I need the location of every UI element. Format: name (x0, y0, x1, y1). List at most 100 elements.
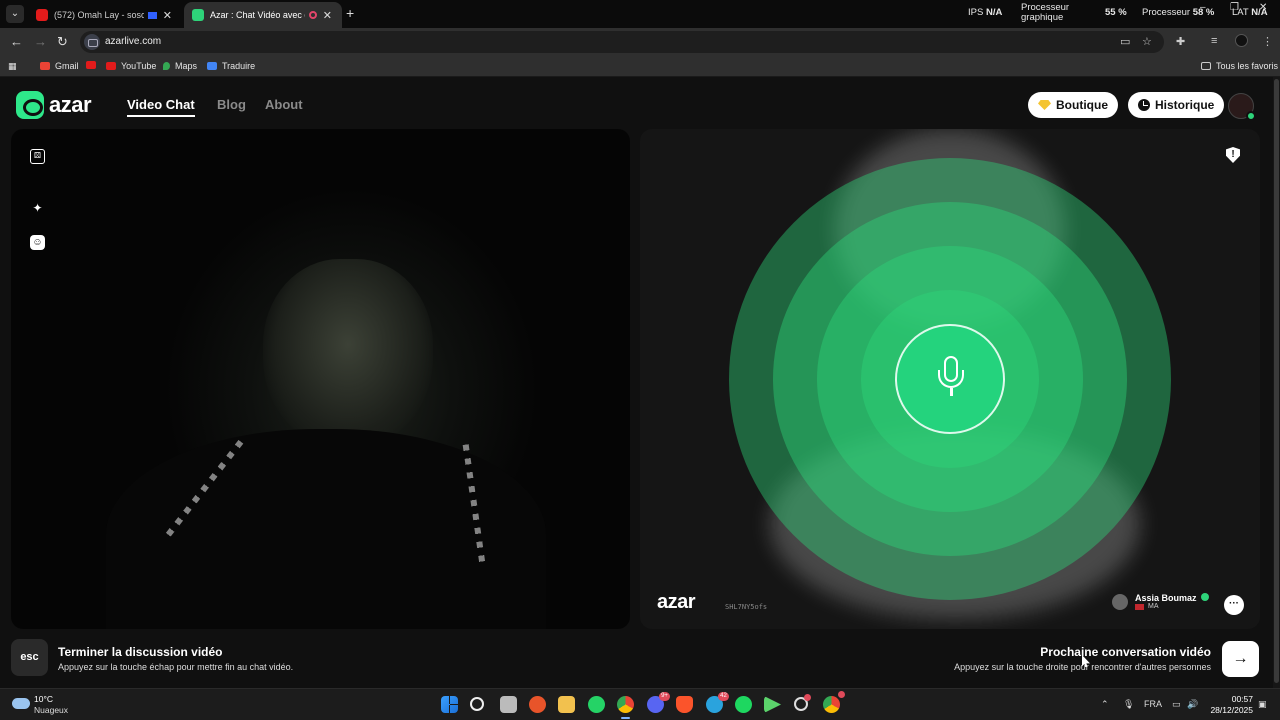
site-info-icon[interactable] (84, 34, 100, 50)
close-tab-icon[interactable]: ✕ (163, 9, 172, 22)
nav-video-chat[interactable]: Video Chat (127, 97, 195, 117)
azar-page: azar Video Chat Blog About Boutique Hist… (0, 77, 1280, 688)
end-chat-description: Appuyez sur la touche échap pour mettre … (58, 662, 294, 672)
bookmark-youtube-shortcut[interactable] (86, 61, 101, 69)
windows-start-icon[interactable] (441, 696, 458, 713)
task-view-icon[interactable] (500, 696, 517, 713)
page-scrollbar[interactable] (1273, 77, 1280, 688)
reload-icon[interactable]: ↻ (57, 34, 68, 50)
windows-taskbar: 10°C Nuageux 9+ 42 ⌃ 🎙 FRA ▭ 🔊 00:57 28/… (0, 688, 1280, 720)
network-icon[interactable]: ▭ (1172, 699, 1181, 710)
gpu-label: Processeur graphique (1021, 2, 1070, 23)
bookmark-maps[interactable]: Maps (163, 61, 197, 71)
chat-message-icon[interactable]: ··· (1224, 595, 1244, 615)
nav-about[interactable]: About (265, 97, 303, 112)
chrome-profile-icon[interactable] (823, 691, 845, 713)
profile-avatar[interactable] (1235, 34, 1248, 47)
next-chat-title: Prochaine conversation vidéo (1040, 645, 1211, 659)
nav-blog[interactable]: Blog (217, 97, 246, 112)
clock-time[interactable]: 00:57 (1225, 694, 1253, 704)
search-icon[interactable] (470, 697, 484, 711)
report-shield-icon[interactable]: ! (1226, 147, 1240, 163)
partner-name: Assia Boumaz (1135, 593, 1209, 603)
azar-watermark: azar (657, 591, 696, 613)
microphone-icon-cup (938, 370, 964, 388)
discord-icon[interactable]: 9+ (647, 692, 670, 713)
media-controls-icon[interactable]: ≡ (1211, 35, 1217, 47)
weather-description[interactable]: Nuageux (34, 705, 68, 715)
app-orange-icon[interactable] (529, 696, 546, 713)
tab-azar[interactable]: Azar : Chat Vidéo avec de n ✕ (184, 2, 342, 28)
file-explorer-icon[interactable] (558, 696, 575, 713)
bookmark-translate[interactable]: Traduire (207, 61, 255, 71)
tray-microphone-icon[interactable]: 🎙 (1123, 699, 1134, 710)
cast-indicator-icon (147, 11, 157, 19)
partner-info[interactable]: Assia Boumaz MA (1112, 593, 1209, 610)
tray-chevron-icon[interactable]: ⌃ (1101, 699, 1109, 710)
new-tab-button[interactable]: + (346, 5, 354, 21)
sparkle-effects-icon[interactable]: ✦ (30, 201, 45, 216)
boutique-button[interactable]: Boutique (1028, 92, 1118, 118)
minimize-icon[interactable]: – (1200, 2, 1206, 13)
bookmarks-bar: ▦ Gmail YouTube Maps Traduire Tous les f… (0, 56, 1280, 77)
tab-title: (572) Omah Lay - soso (Offi (54, 10, 144, 20)
user-avatar[interactable] (1228, 93, 1256, 121)
gpu-value: 55 % (1105, 7, 1127, 18)
chrome-icon[interactable] (617, 696, 634, 719)
spotify-icon[interactable] (735, 696, 752, 713)
language-indicator[interactable]: FRA (1144, 699, 1162, 709)
discord-badge: 9+ (659, 692, 670, 701)
close-tab-icon[interactable]: ✕ (323, 9, 332, 22)
next-chat-arrow-button[interactable]: → (1222, 641, 1259, 677)
volume-icon[interactable]: 🔊 (1187, 699, 1198, 710)
extensions-icon[interactable]: ✚ (1176, 35, 1185, 48)
youtube-favicon-icon (36, 9, 48, 21)
boutique-label: Boutique (1056, 98, 1108, 112)
all-bookmarks[interactable]: Tous les favoris (1201, 61, 1278, 71)
bookmark-youtube[interactable]: YouTube (106, 61, 156, 71)
esc-key-button[interactable]: esc (11, 639, 48, 676)
bookmark-gmail[interactable]: Gmail (40, 61, 79, 71)
apps-grid-icon[interactable]: ▦ (8, 61, 17, 72)
forward-icon[interactable]: → (34, 34, 47, 49)
whatsapp-icon[interactable] (588, 696, 605, 713)
azar-logo[interactable]: azar (16, 91, 92, 119)
cloud-weather-icon[interactable] (12, 698, 30, 709)
youtube-icon (106, 62, 116, 70)
partner-video-panel: ! azar SHL7NY5ofs Assia Boumaz MA ··· (640, 129, 1260, 629)
notification-center-icon[interactable]: ▣ (1258, 699, 1267, 710)
weather-temperature[interactable]: 10°C (34, 694, 53, 704)
my-video-panel: ⚄ ✦ ☺ (11, 129, 630, 629)
tab-title: Azar : Chat Vidéo avec de n (210, 10, 305, 20)
tab-youtube[interactable]: (572) Omah Lay - soso (Offi ✕ (28, 2, 182, 28)
history-button[interactable]: Historique (1128, 92, 1225, 118)
close-window-icon[interactable]: ✕ (1259, 2, 1267, 13)
browser-menu-icon[interactable]: ⋮ (1262, 35, 1273, 48)
bookmark-star-icon[interactable]: ☆ (1142, 35, 1152, 48)
microphone-icon-stem (950, 388, 953, 396)
partner-country: MA (1135, 603, 1209, 610)
browser-toolbar: ← → ↻ azarlive.com ▭ ☆ ✚ ≡ ⋮ (0, 28, 1280, 56)
app-circle-icon[interactable] (794, 694, 811, 711)
address-bar[interactable]: azarlive.com ▭ ☆ (80, 31, 1164, 53)
maps-icon (163, 62, 170, 70)
play-app-icon[interactable] (764, 696, 781, 713)
verified-badge-icon (1200, 593, 1209, 601)
back-icon[interactable]: ← (10, 34, 23, 49)
notification-dot (804, 694, 811, 701)
tab-search-icon[interactable]: ⌄ (6, 5, 24, 23)
morocco-flag-icon (1135, 603, 1144, 610)
end-chat-title: Terminer la discussion vidéo (58, 645, 223, 659)
restore-icon[interactable]: ❐ (1230, 2, 1239, 13)
online-status-icon (1246, 111, 1256, 121)
clock-date[interactable]: 28/12/2025 (1203, 705, 1253, 715)
telegram-icon[interactable]: 42 (706, 692, 729, 713)
diamond-icon (1038, 100, 1051, 110)
dice-random-icon[interactable]: ⚄ (30, 149, 45, 164)
url-text[interactable]: azarlive.com (105, 36, 161, 47)
microphone-button[interactable] (895, 324, 1005, 434)
face-filter-icon[interactable]: ☺ (30, 235, 45, 250)
cast-icon[interactable]: ▭ (1120, 35, 1130, 48)
scrollbar-thumb[interactable] (1274, 79, 1279, 683)
brave-icon[interactable] (676, 696, 693, 713)
